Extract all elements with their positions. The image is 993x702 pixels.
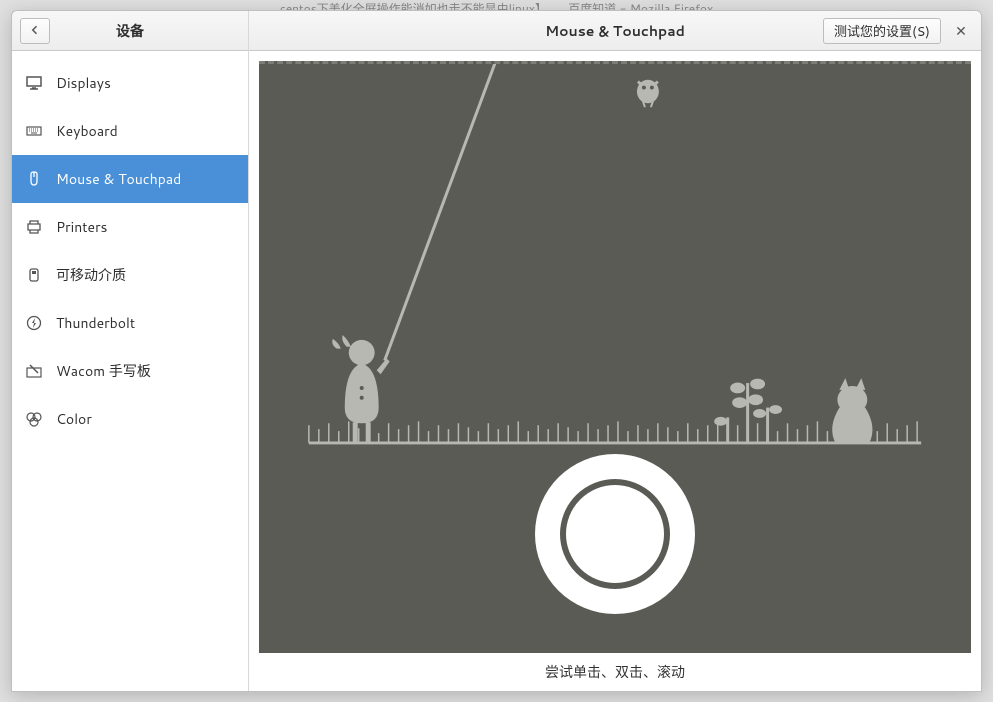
background-firefox-title: centos下美化全屏操作能消如也走不能显由linux】。。。 百度知道 - M… [0, 0, 993, 10]
sidebar-item-color[interactable]: Color [12, 395, 248, 443]
sidebar-item-displays[interactable]: Displays [12, 59, 248, 107]
test-settings-button[interactable]: 测试您的设置(S) [823, 18, 941, 44]
color-icon [24, 409, 44, 429]
sidebar-item-removable-media[interactable]: 可移动介质 [12, 251, 248, 299]
test-settings-label: 测试您的设置(S) [834, 21, 930, 41]
thunderbolt-icon [24, 313, 44, 333]
sidebar-item-label: Color [56, 409, 92, 429]
sidebar-item-label: Displays [56, 73, 111, 93]
back-button[interactable] [20, 18, 50, 44]
sidebar-item-printers[interactable]: Printers [12, 203, 248, 251]
test-hint-text: 尝试单击、双击、滚动 [249, 653, 981, 691]
sidebar-list: Displays Keyboard Mouse & Touchpad Print… [12, 51, 248, 691]
removable-media-icon [24, 265, 44, 285]
chevron-left-icon [29, 21, 41, 41]
settings-window: 设备 Displays Keyboard Mouse & Touchpad [11, 10, 982, 692]
sidebar: 设备 Displays Keyboard Mouse & Touchpad [12, 11, 249, 691]
mouse-test-area[interactable] [259, 61, 971, 653]
sidebar-item-wacom[interactable]: Wacom 手写板 [12, 347, 248, 395]
wacom-icon [24, 361, 44, 381]
sidebar-item-label: Wacom 手写板 [56, 361, 151, 381]
sidebar-item-thunderbolt[interactable]: Thunderbolt [12, 299, 248, 347]
click-test-target[interactable] [535, 454, 695, 614]
sidebar-item-mouse-touchpad[interactable]: Mouse & Touchpad [12, 155, 248, 203]
sidebar-item-label: Thunderbolt [56, 313, 135, 333]
main-panel: Mouse & Touchpad 测试您的设置(S) ✕ [249, 11, 981, 691]
sidebar-item-keyboard[interactable]: Keyboard [12, 107, 248, 155]
panel-title: Mouse & Touchpad [545, 21, 685, 41]
click-target-inner [560, 479, 670, 589]
sidebar-item-label: 可移动介质 [56, 265, 126, 285]
main-titlebar: Mouse & Touchpad 测试您的设置(S) ✕ [249, 11, 981, 51]
close-icon: ✕ [955, 21, 967, 41]
sidebar-item-label: Printers [56, 217, 108, 237]
keyboard-icon [24, 121, 44, 141]
sidebar-item-label: Mouse & Touchpad [56, 169, 181, 189]
display-icon [24, 73, 44, 93]
close-button[interactable]: ✕ [947, 17, 975, 45]
sidebar-item-label: Keyboard [56, 121, 118, 141]
mouse-icon [24, 169, 44, 189]
printer-icon [24, 217, 44, 237]
sidebar-titlebar: 设备 [12, 11, 248, 51]
